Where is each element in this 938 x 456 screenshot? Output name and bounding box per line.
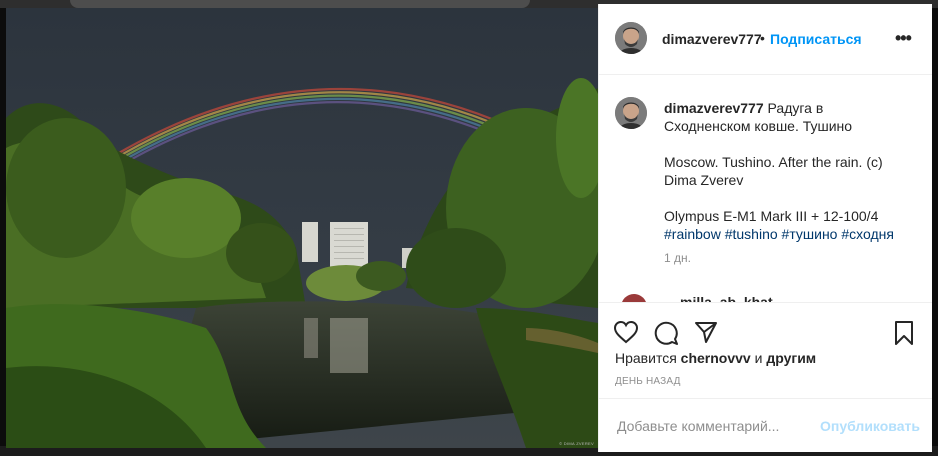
hashtag-link[interactable]: #tushino <box>725 226 778 242</box>
likes-prefix: Нравится <box>615 350 677 366</box>
caption-username[interactable]: dimazverev777 <box>664 100 764 116</box>
photo-watermark: © DIMA ZVEREV <box>559 441 594 446</box>
publish-button[interactable]: Опубликовать <box>820 418 920 434</box>
post-details-panel: dimazverev777 • Подписаться ••• dimazver… <box>598 4 932 452</box>
comment-item: milla_ab_khat... <box>615 294 915 302</box>
post-actions: Нравится chernovvv и другим ДЕНЬ НАЗАД <box>599 302 932 399</box>
more-dots-icon[interactable]: ••• <box>895 28 912 49</box>
hashtag-link[interactable]: #сходня <box>841 226 894 242</box>
commenter-avatar[interactable] <box>621 294 647 302</box>
follow-button[interactable]: Подписаться <box>770 31 862 47</box>
hashtag-link[interactable]: #rainbow <box>664 226 721 242</box>
heart-icon[interactable] <box>613 320 639 349</box>
commenter-username[interactable]: milla_ab_khat... <box>680 294 784 302</box>
caption-line-2: Moscow. Tushino. After the rain. (c) Dim… <box>664 154 883 188</box>
paper-plane-icon[interactable] <box>694 320 718 349</box>
caption-line-3: Olympus E-M1 Mark III + 12-100/4 <box>664 208 879 224</box>
likes-others-link[interactable]: другим <box>766 350 816 366</box>
likes-and: и <box>754 350 763 366</box>
caption-timestamp[interactable]: 1 дн. <box>664 249 912 267</box>
rainbow-landscape-image <box>6 8 598 448</box>
comments-section[interactable]: dimazverev777 Радуга в Сходненском ковше… <box>599 75 932 302</box>
post-photo[interactable]: © DIMA ZVEREV <box>6 8 598 448</box>
caption-avatar[interactable] <box>615 97 647 129</box>
post-date[interactable]: ДЕНЬ НАЗАД <box>615 376 681 387</box>
post-header: dimazverev777 • Подписаться ••• <box>599 4 932 75</box>
likes-summary[interactable]: Нравится chernovvv и другим <box>615 350 816 366</box>
comment-icon[interactable] <box>653 320 679 351</box>
post-author-username[interactable]: dimazverev777 <box>662 31 762 47</box>
bookmark-icon[interactable] <box>893 320 915 351</box>
post-caption: dimazverev777 Радуга в Сходненском ковше… <box>664 99 912 267</box>
avatar[interactable] <box>615 22 647 54</box>
add-comment-bar: Опубликовать <box>599 398 932 453</box>
user-face-icon <box>615 97 647 129</box>
comment-input[interactable] <box>615 415 839 437</box>
liker-username[interactable]: chernovvv <box>681 350 751 366</box>
user-face-icon <box>615 22 647 54</box>
hashtag-link[interactable]: #тушино <box>782 226 838 242</box>
separator-dot: • <box>760 30 765 46</box>
